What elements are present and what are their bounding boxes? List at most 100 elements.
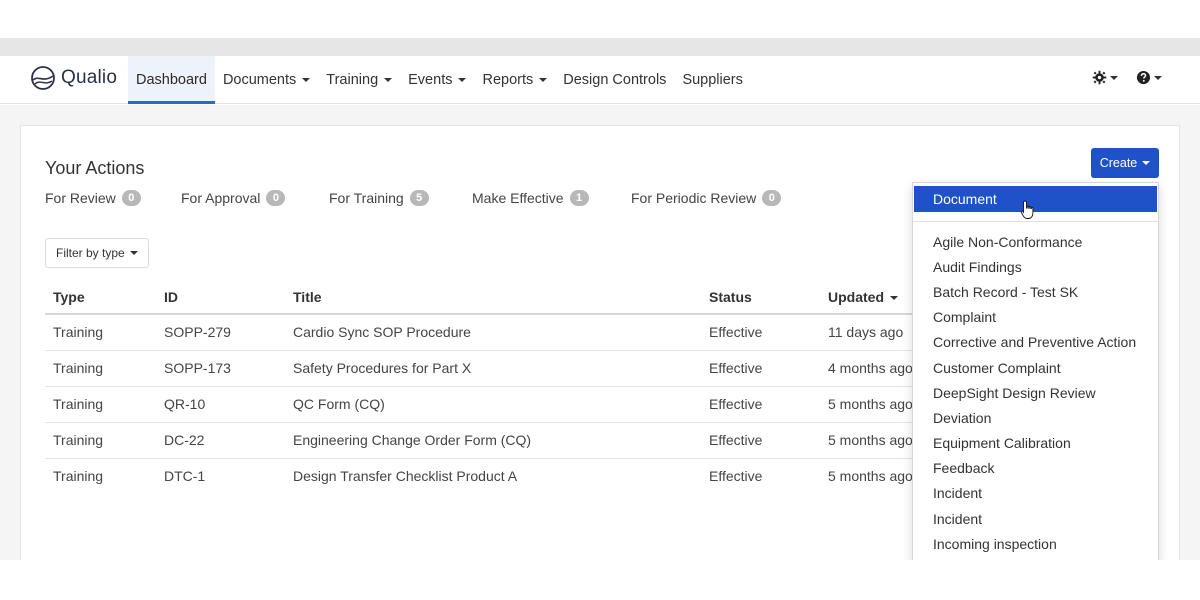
qualio-logo-icon [31,66,55,90]
nav-item-label: Reports [482,72,534,88]
menu-divider [913,221,1158,222]
cell-title[interactable]: Design Transfer Checklist Product A [285,458,701,494]
menu-item-audit-findings[interactable]: Audit Findings [913,254,1158,279]
nav-item-design-controls[interactable]: Design Controls [555,56,674,104]
create-label: Create [1099,156,1138,170]
cell-type: Training [45,386,156,423]
main-nav: Dashboard Documents Training Events Repo… [128,56,751,104]
table-row[interactable]: Training SOPP-173 Safety Procedures for … [45,350,950,387]
tab-for-periodic-review[interactable]: For Periodic Review 0 [631,190,782,206]
menu-item-incident[interactable]: Incident [913,481,1158,506]
cell-title[interactable]: QC Form (CQ) [285,386,701,423]
cell-title[interactable]: Cardio Sync SOP Procedure [285,314,701,351]
tab-label: For Training [329,190,404,206]
table-row[interactable]: Training QR-10 QC Form (CQ) Effective 5 … [45,386,950,423]
cell-type: Training [45,350,156,387]
cell-status: Effective [701,422,820,459]
top-navbar: Qualio Dashboard Documents Training Even… [0,56,1200,104]
tab-for-review[interactable]: For Review 0 [45,190,181,206]
menu-item-feedback[interactable]: Feedback [913,456,1158,481]
cell-type: Training [45,314,156,351]
menu-item-complaint[interactable]: Complaint [913,305,1158,330]
actions-table: Type ID Title Status Updated Training SO… [45,280,950,494]
caret-down-icon [384,78,393,82]
menu-item-equipment-calibration[interactable]: Equipment Calibration [913,431,1158,456]
tab-label: For Periodic Review [631,190,757,206]
count-badge: 0 [121,190,141,206]
column-header-type[interactable]: Type [45,280,156,315]
nav-item-label: Design Controls [563,72,667,88]
settings-menu[interactable] [1092,70,1118,85]
tab-label: For Review [45,190,116,206]
filter-label: Filter by type [56,246,125,260]
nav-item-events[interactable]: Events [400,56,474,104]
caret-down-icon [539,78,548,82]
cell-id: DTC-1 [164,468,206,485]
count-badge: 1 [569,190,589,206]
browser-bar [0,38,1200,56]
nav-item-reports[interactable]: Reports [474,56,555,104]
hand-pointer-cursor-icon [1020,200,1034,219]
column-header-status[interactable]: Status [701,280,820,315]
menu-item-deviation[interactable]: Deviation [913,405,1158,430]
menu-item-agile-non-conformance[interactable]: Agile Non-Conformance [913,229,1158,254]
nav-item-label: Dashboard [136,72,207,88]
nav-item-documents[interactable]: Documents [215,56,318,104]
cell-status: Effective [701,314,820,351]
caret-down-icon [1110,75,1118,80]
column-header-title[interactable]: Title [285,280,701,315]
help-icon [1136,70,1151,85]
caret-down-icon [458,78,467,82]
create-button[interactable]: Create [1091,148,1159,178]
menu-item-incident[interactable]: Incident [913,506,1158,531]
column-header-id[interactable]: ID [156,280,285,315]
tab-for-training[interactable]: For Training 5 [329,190,472,206]
action-tabs: For Review 0 For Approval 0 For Training… [45,190,782,206]
cell-id: DC-22 [156,422,285,459]
create-dropdown-menu: Document Agile Non-Conformance Audit Fin… [912,182,1159,562]
tab-label: For Approval [181,190,261,206]
cell-status: Effective [701,350,820,387]
nav-item-label: Documents [222,72,297,88]
menu-item-customer-complaint[interactable]: Customer Complaint [913,355,1158,380]
filter-by-type-button[interactable]: Filter by type [45,238,149,268]
count-badge: 5 [409,190,429,206]
cell-id: SOPP-173 [156,350,285,387]
cell-status: Effective [701,386,820,423]
cell-type: Training [45,422,156,459]
cell-type: Training [53,468,104,485]
top-margin [0,0,1200,38]
table-row[interactable]: Training DTC-1 Design Transfer Checklist… [45,458,950,494]
cell-id: SOPP-279 [156,314,285,351]
nav-right-icons [1092,70,1162,85]
tab-label: Make Effective [472,190,564,206]
caret-down-icon [1154,75,1162,80]
menu-item-deepsight-design-review[interactable]: DeepSight Design Review [913,380,1158,405]
settings-icon [1092,70,1107,85]
page-title: Your Actions [45,158,145,178]
cell-title[interactable]: Engineering Change Order Form (CQ) [285,422,701,459]
bottom-margin [0,560,1200,600]
table-header-row: Type ID Title Status Updated [45,280,950,315]
tab-make-effective[interactable]: Make Effective 1 [472,190,631,206]
logo-text: Qualio [61,67,118,88]
qualio-logo[interactable]: Qualio [30,64,117,92]
sort-desc-icon [890,295,898,300]
caret-down-icon [129,251,138,255]
nav-item-training[interactable]: Training [318,56,400,104]
nav-item-dashboard[interactable]: Dashboard [128,56,215,104]
cell-status: Effective [709,468,763,485]
table-row[interactable]: Training DC-22 Engineering Change Order … [45,422,950,459]
cell-title[interactable]: Safety Procedures for Part X [285,350,701,387]
caret-down-icon [1142,161,1151,165]
count-badge: 0 [762,190,782,206]
caret-down-icon [302,78,311,82]
nav-item-suppliers[interactable]: Suppliers [674,56,750,104]
menu-item-batch-record[interactable]: Batch Record - Test SK [913,279,1158,304]
menu-item-capa[interactable]: Corrective and Preventive Action [913,330,1158,355]
menu-item-incoming-inspection[interactable]: Incoming inspection [913,531,1158,556]
tab-for-approval[interactable]: For Approval 0 [181,190,329,206]
table-row[interactable]: Training SOPP-279 Cardio Sync SOP Proced… [45,314,950,351]
column-header-label: Updated [828,288,884,305]
help-menu[interactable] [1136,70,1162,85]
